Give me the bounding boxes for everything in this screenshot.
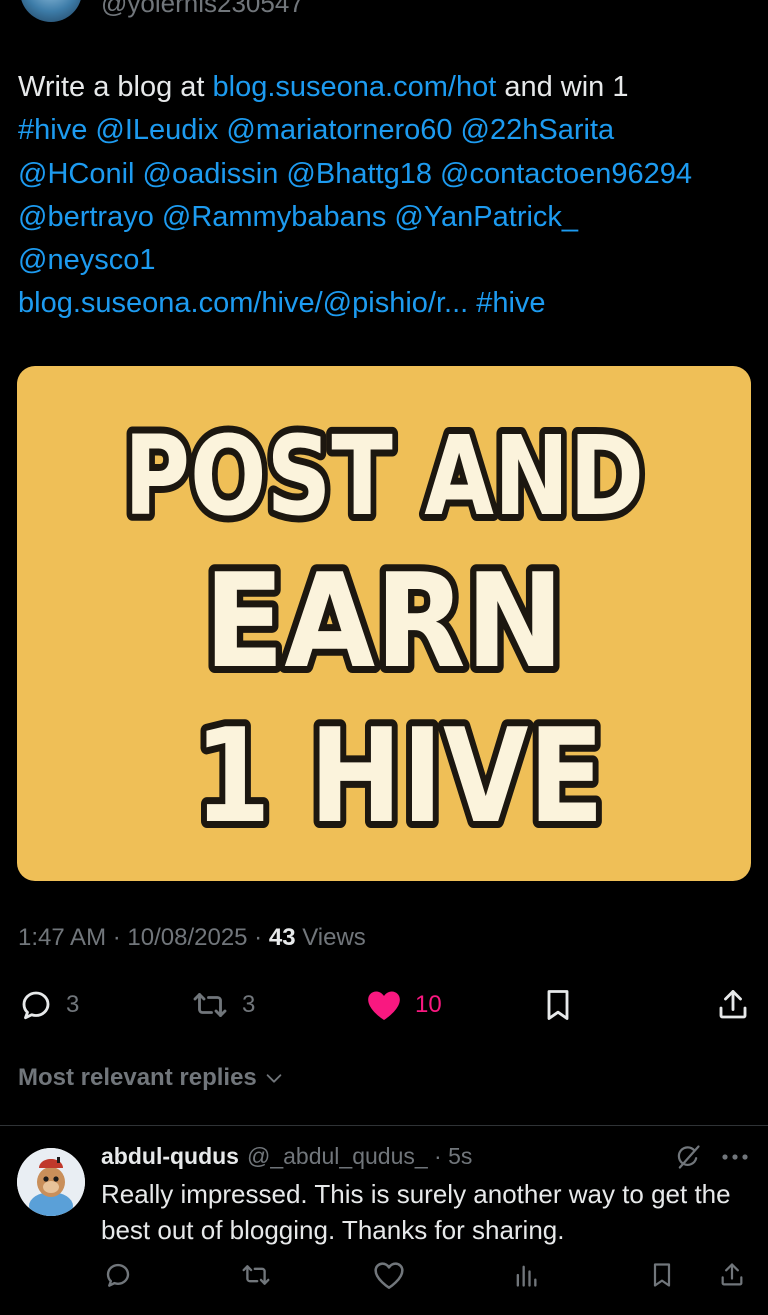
tweet-link-hot[interactable]: blog.suseona.com/hot (213, 71, 497, 103)
reply-icon (106, 1263, 130, 1287)
share-icon (719, 990, 747, 1019)
share-button[interactable] (715, 980, 751, 1030)
tweet-text-segment: and win 1 (496, 71, 629, 103)
reply-text: Really impressed. This is surely another… (101, 1179, 731, 1245)
media-graphic: POST AND EARN 1 HIVE (117, 405, 651, 859)
divider (0, 1125, 768, 1126)
views-chart-icon (516, 1265, 537, 1287)
meta-separator: · (106, 924, 128, 951)
reply-action-bar (0, 1260, 768, 1296)
reply-author-name[interactable]: abdul-qudus (101, 1143, 239, 1170)
meta-separator: · (247, 924, 269, 951)
tweet-line-1: Write a blog at blog.suseona.com/hot and… (18, 66, 753, 109)
heart-filled-icon (368, 991, 400, 1021)
reply-retweet-button[interactable] (240, 1260, 272, 1295)
avatar-image (17, 1148, 85, 1216)
reply-like-button[interactable] (373, 1260, 405, 1295)
share-icon (721, 1263, 743, 1286)
tweet-action-bar: 3 3 10 (0, 980, 768, 1030)
reply-count: 3 (66, 991, 80, 1018)
like-count: 10 (415, 991, 442, 1018)
tweet-mentions-line-3[interactable]: @HConil @oadissin @Bhattg18 @contactoen9… (18, 153, 753, 196)
retweet-button[interactable]: 3 (190, 980, 255, 1030)
tweet-link-post[interactable]: blog.suseona.com/hive/@pishio/r... #hive (18, 282, 753, 325)
retweet-count: 3 (242, 991, 256, 1018)
more-options-button[interactable] (720, 1150, 750, 1169)
bookmark-icon (547, 990, 569, 1020)
tweet-meta: 1:47 AM · 10/08/2025 · 43 Views (18, 924, 366, 952)
reply-avatar[interactable] (17, 1148, 85, 1216)
tweet-mentions-line-2[interactable]: #hive @ILeudix @mariatornero60 @22hSarit… (18, 109, 753, 152)
reply-author-handle[interactable]: @_abdul_qudus_ · 5s (247, 1143, 472, 1170)
reply-button[interactable]: 3 (18, 980, 79, 1030)
retweet-icon (193, 993, 227, 1017)
chevron-down-icon (266, 1074, 282, 1083)
media-text-line-3: 1 HIVE (194, 700, 604, 852)
reply-bookmark-button[interactable] (648, 1260, 676, 1295)
bookmark-icon (653, 1263, 671, 1287)
retweet-icon (242, 1265, 270, 1285)
bookmark-button[interactable] (540, 980, 576, 1030)
views-count: 43 (268, 924, 296, 951)
tweet-text-segment: Write a blog at (18, 71, 213, 103)
tweet-text: Write a blog at blog.suseona.com/hot and… (18, 66, 753, 326)
grok-icon (677, 1145, 700, 1169)
replies-sort-dropdown[interactable]: Most relevant replies (18, 1064, 285, 1092)
media-text-line-2: EARN (204, 545, 564, 697)
author-handle[interactable]: @yolernis230547 (101, 0, 304, 19)
more-icon (722, 1154, 748, 1160)
tweet-mentions-line-5[interactable]: @neysco1 (18, 239, 753, 282)
tweet-date[interactable]: 10/08/2025 (127, 924, 247, 951)
heart-icon (374, 1262, 404, 1289)
reply-share-button[interactable] (718, 1260, 746, 1295)
media-text-line-1: POST AND (124, 412, 644, 540)
reply-icon (22, 991, 50, 1020)
tweet-media-image[interactable]: POST AND EARN 1 HIVE (17, 366, 751, 881)
grok-button[interactable] (674, 1143, 702, 1176)
views-label: Views (295, 924, 366, 951)
like-button[interactable]: 10 (365, 980, 442, 1030)
tweet-time[interactable]: 1:47 AM (18, 924, 106, 951)
author-avatar[interactable] (20, 0, 82, 22)
reply-views-button[interactable] (512, 1260, 540, 1295)
reply-reply-button[interactable] (103, 1260, 133, 1295)
replies-sort-label: Most relevant replies (18, 1064, 257, 1091)
tweet-mentions-line-4[interactable]: @bertrayo @Rammybabans @YanPatrick_ (18, 196, 753, 239)
reply-header: abdul-qudus @_abdul_qudus_ · 5s (101, 1143, 472, 1170)
